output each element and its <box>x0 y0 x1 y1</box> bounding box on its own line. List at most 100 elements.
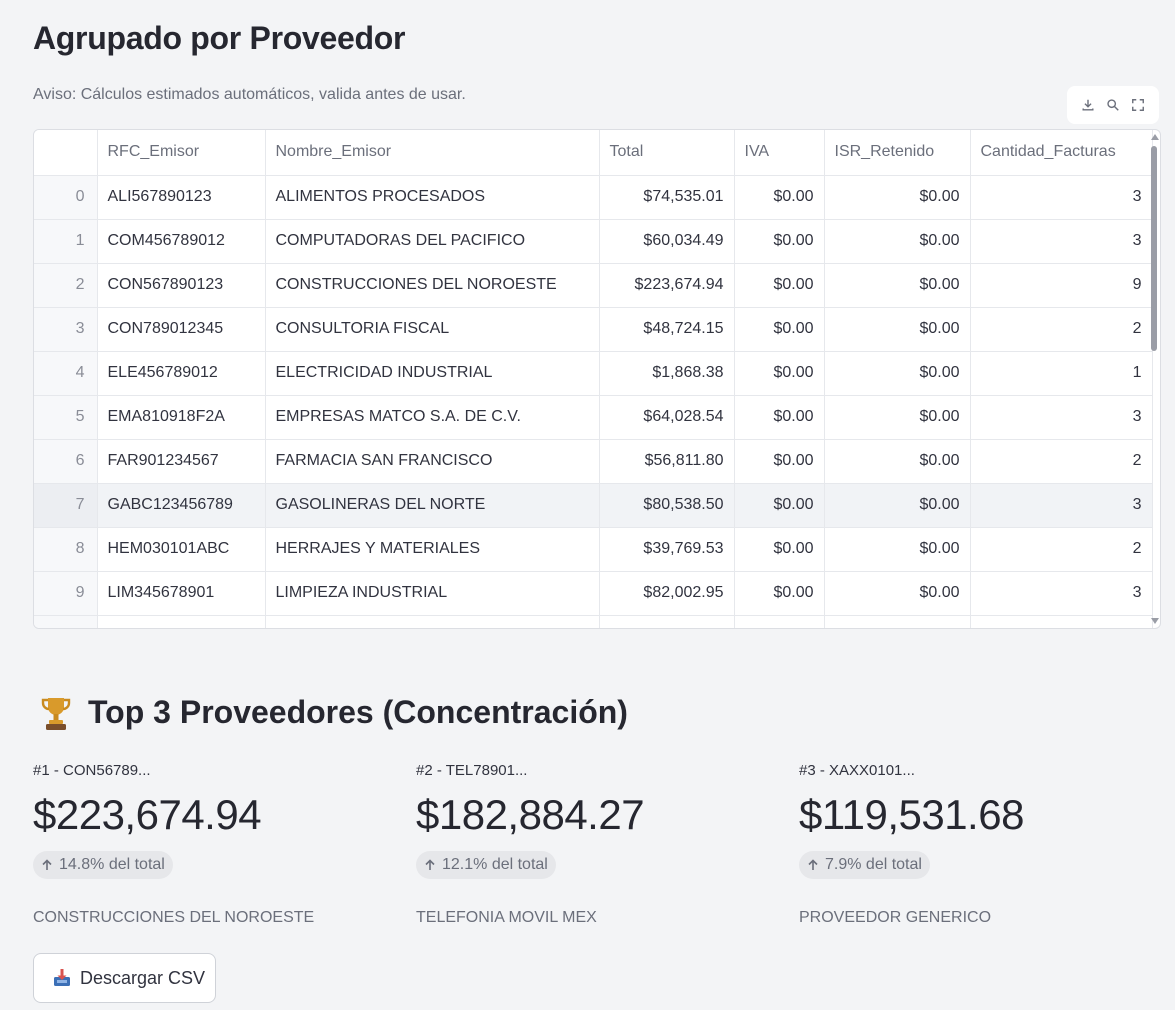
nombre-cell[interactable]: CONSULTORIA FISCAL <box>265 307 600 352</box>
iva-cell[interactable]: $0.00 <box>734 219 825 264</box>
nombre-cell[interactable]: LIMPIEZA INDUSTRIAL <box>265 571 600 616</box>
total-cell[interactable]: $223,674.94 <box>599 263 735 308</box>
row-index[interactable]: 6 <box>34 439 98 484</box>
row-index[interactable]: 7 <box>34 483 98 528</box>
iva-cell[interactable]: $0.00 <box>734 395 825 440</box>
download-csv-button[interactable]: Descargar CSV <box>33 953 216 1003</box>
cantidad-cell[interactable]: 2 <box>970 307 1153 352</box>
column-header-index[interactable] <box>34 130 98 176</box>
row-index[interactable]: 8 <box>34 527 98 572</box>
table-row[interactable]: 6 FAR901234567 FARMACIA SAN FRANCISCO $56,8… <box>34 439 1153 484</box>
table-row[interactable]: 0 ALI567890123 ALIMENTOS PROCESADOS $74,535… <box>34 175 1153 220</box>
row-index[interactable]: 9 <box>34 571 98 616</box>
column-header-rfc[interactable]: RFC_Emisor <box>97 130 266 176</box>
cantidad-cell[interactable]: 3 <box>970 483 1153 528</box>
table-row[interactable]: 3 CON789012345 CONSULTORIA FISCAL $48,724.1… <box>34 307 1153 352</box>
rfc-cell[interactable]: CON789012345 <box>97 307 266 352</box>
column-header-iva[interactable]: IVA <box>734 130 825 176</box>
row-index[interactable]: 0 <box>34 175 98 220</box>
total-cell[interactable]: $74,535.01 <box>599 175 735 220</box>
iva-cell[interactable]: $0.00 <box>734 571 825 616</box>
total-cell[interactable]: $39,769.53 <box>599 527 735 572</box>
cantidad-cell[interactable]: 2 <box>970 527 1153 572</box>
nombre-cell[interactable]: COMPUTADORAS DEL PACIFICO <box>265 219 600 264</box>
iva-cell[interactable]: $0.00 <box>734 351 825 396</box>
table-row[interactable] <box>34 615 1153 628</box>
scroll-down-icon[interactable] <box>1151 618 1159 624</box>
nombre-cell[interactable]: ALIMENTOS PROCESADOS <box>265 175 600 220</box>
fullscreen-icon[interactable] <box>1127 94 1149 116</box>
rfc-cell[interactable]: ELE456789012 <box>97 351 266 396</box>
data-grid[interactable]: RFC_Emisor Nombre_Emisor Total IVA ISR_R… <box>33 129 1161 629</box>
total-cell[interactable]: $80,538.50 <box>599 483 735 528</box>
rfc-cell[interactable]: LIM345678901 <box>97 571 266 616</box>
column-header-isr[interactable]: ISR_Retenido <box>824 130 971 176</box>
total-cell[interactable]: $64,028.54 <box>599 395 735 440</box>
row-index[interactable]: 2 <box>34 263 98 308</box>
isr-cell[interactable]: $0.00 <box>824 351 971 396</box>
rfc-cell[interactable]: CON567890123 <box>97 263 266 308</box>
total-cell[interactable]: $82,002.95 <box>599 571 735 616</box>
rfc-cell[interactable]: EMA810918F2A <box>97 395 266 440</box>
table-row[interactable]: 9 LIM345678901 LIMPIEZA INDUSTRIAL $82,002.… <box>34 571 1153 616</box>
cantidad-cell[interactable]: 2 <box>970 439 1153 484</box>
rfc-cell[interactable]: FAR901234567 <box>97 439 266 484</box>
iva-cell[interactable] <box>734 615 825 628</box>
rfc-cell[interactable]: GABC123456789 <box>97 483 266 528</box>
iva-cell[interactable]: $0.00 <box>734 439 825 484</box>
cantidad-cell[interactable]: 3 <box>970 571 1153 616</box>
cantidad-cell[interactable]: 3 <box>970 219 1153 264</box>
row-index[interactable] <box>34 615 98 628</box>
iva-cell[interactable]: $0.00 <box>734 527 825 572</box>
iva-cell[interactable]: $0.00 <box>734 175 825 220</box>
nombre-cell[interactable]: GASOLINERAS DEL NORTE <box>265 483 600 528</box>
row-index[interactable]: 1 <box>34 219 98 264</box>
table-row[interactable]: 5 EMA810918F2A EMPRESAS MATCO S.A. DE C.V.… <box>34 395 1153 440</box>
nombre-cell[interactable]: EMPRESAS MATCO S.A. DE C.V. <box>265 395 600 440</box>
total-cell[interactable] <box>599 615 735 628</box>
iva-cell[interactable]: $0.00 <box>734 263 825 308</box>
isr-cell[interactable]: $0.00 <box>824 483 971 528</box>
row-index[interactable]: 5 <box>34 395 98 440</box>
cantidad-cell[interactable]: 3 <box>970 175 1153 220</box>
total-cell[interactable]: $56,811.80 <box>599 439 735 484</box>
total-cell[interactable]: $60,034.49 <box>599 219 735 264</box>
isr-cell[interactable]: $0.00 <box>824 219 971 264</box>
rfc-cell[interactable] <box>97 615 266 628</box>
nombre-cell[interactable]: FARMACIA SAN FRANCISCO <box>265 439 600 484</box>
isr-cell[interactable]: $0.00 <box>824 263 971 308</box>
cantidad-cell[interactable]: 3 <box>970 395 1153 440</box>
isr-cell[interactable]: $0.00 <box>824 527 971 572</box>
isr-cell[interactable]: $0.00 <box>824 571 971 616</box>
scrollbar-thumb[interactable] <box>1151 146 1157 351</box>
cantidad-cell[interactable] <box>970 615 1153 628</box>
row-index[interactable]: 3 <box>34 307 98 352</box>
rfc-cell[interactable]: ALI567890123 <box>97 175 266 220</box>
iva-cell[interactable]: $0.00 <box>734 307 825 352</box>
vertical-scrollbar[interactable] <box>1148 130 1160 628</box>
rfc-cell[interactable]: HEM030101ABC <box>97 527 266 572</box>
total-cell[interactable]: $48,724.15 <box>599 307 735 352</box>
isr-cell[interactable]: $0.00 <box>824 439 971 484</box>
isr-cell[interactable]: $0.00 <box>824 307 971 352</box>
isr-cell[interactable] <box>824 615 971 628</box>
isr-cell[interactable]: $0.00 <box>824 395 971 440</box>
cantidad-cell[interactable]: 9 <box>970 263 1153 308</box>
column-header-total[interactable]: Total <box>599 130 735 176</box>
table-row[interactable]: 4 ELE456789012 ELECTRICIDAD INDUSTRIAL $1,8… <box>34 351 1153 396</box>
nombre-cell[interactable]: HERRAJES Y MATERIALES <box>265 527 600 572</box>
nombre-cell[interactable]: CONSTRUCCIONES DEL NOROESTE <box>265 263 600 308</box>
scroll-up-icon[interactable] <box>1151 134 1159 140</box>
table-row[interactable]: 7 GABC123456789 GASOLINERAS DEL NORTE $80,5… <box>34 483 1153 528</box>
table-row[interactable]: 8 HEM030101ABC HERRAJES Y MATERIALES $39,76… <box>34 527 1153 572</box>
rfc-cell[interactable]: COM456789012 <box>97 219 266 264</box>
nombre-cell[interactable]: ELECTRICIDAD INDUSTRIAL <box>265 351 600 396</box>
isr-cell[interactable]: $0.00 <box>824 175 971 220</box>
column-header-nombre[interactable]: Nombre_Emisor <box>265 130 600 176</box>
table-row[interactable]: 1 COM456789012 COMPUTADORAS DEL PACIFICO $6… <box>34 219 1153 264</box>
row-index[interactable]: 4 <box>34 351 98 396</box>
download-icon[interactable] <box>1077 94 1099 116</box>
column-header-cantidad[interactable]: Cantidad_Facturas <box>970 130 1153 176</box>
nombre-cell[interactable] <box>265 615 600 628</box>
cantidad-cell[interactable]: 1 <box>970 351 1153 396</box>
